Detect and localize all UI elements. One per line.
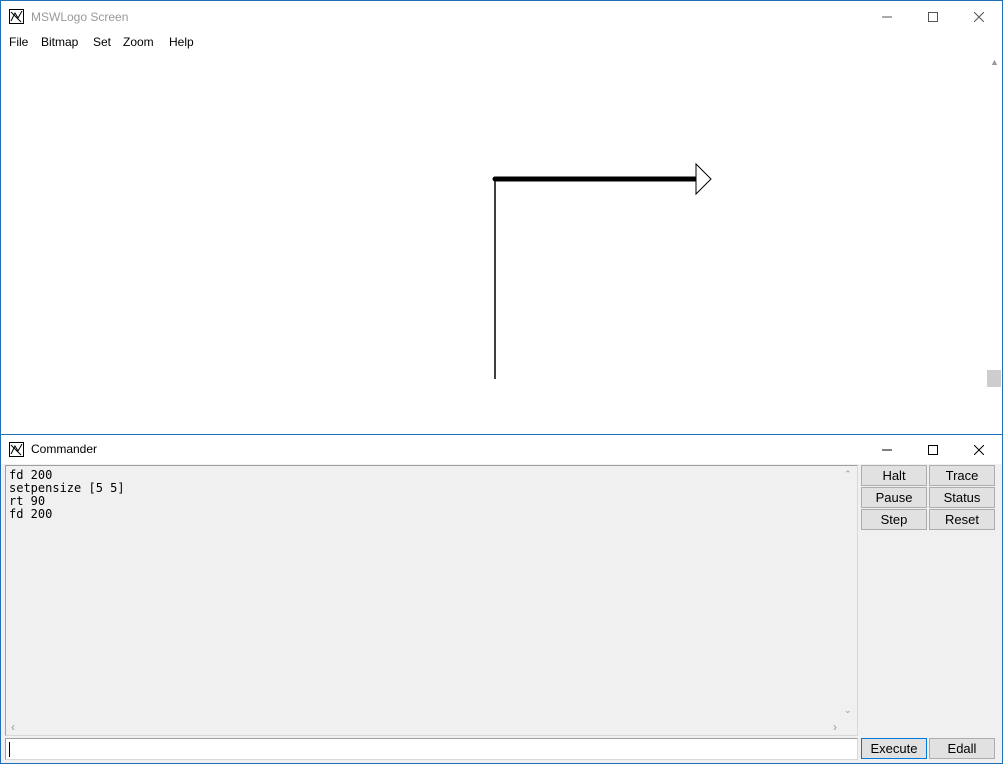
halt-button[interactable]: Halt (861, 465, 927, 486)
minimize-icon (882, 12, 892, 22)
maximize-icon (928, 11, 938, 22)
app-logo-icon (9, 442, 24, 457)
scroll-thumb[interactable] (987, 370, 1001, 387)
title-bar[interactable]: MSWLogo Screen (1, 1, 1002, 32)
scroll-down-icon[interactable]: ⌄ (844, 705, 852, 716)
history-vertical-scrollbar[interactable]: ⌃ ⌄ (840, 466, 857, 718)
menu-zoom[interactable]: Zoom (123, 35, 154, 49)
command-history-text: fd 200 setpensize [5 5] rt 90 fd 200 (9, 468, 125, 521)
close-icon (974, 444, 984, 455)
commander-minimize-button[interactable] (864, 435, 910, 464)
commander-window: Commander fd 200 setpensize [5 5] rt 90 … (0, 434, 1003, 764)
scroll-left-icon[interactable]: ‹ (11, 720, 15, 734)
menu-bitmap[interactable]: Bitmap (41, 35, 78, 49)
execute-button[interactable]: Execute (861, 738, 927, 759)
menu-file[interactable]: File (9, 35, 28, 49)
menu-set[interactable]: Set (93, 35, 111, 49)
commander-maximize-button[interactable] (910, 435, 956, 464)
scroll-up-icon[interactable]: ⌃ (844, 469, 852, 480)
window-title: MSWLogo Screen (31, 10, 129, 24)
command-input[interactable] (5, 738, 858, 760)
scroll-right-icon[interactable]: › (833, 720, 837, 734)
turtle-triangle-icon (695, 162, 712, 196)
close-button[interactable] (956, 1, 1002, 32)
commander-close-button[interactable] (956, 435, 1002, 464)
scroll-up-icon[interactable]: ▲ (990, 57, 999, 67)
pause-button[interactable]: Pause (861, 487, 927, 508)
minimize-button[interactable] (864, 1, 910, 32)
step-button[interactable]: Step (861, 509, 927, 530)
commander-title: Commander (31, 442, 98, 456)
history-horizontal-scrollbar[interactable]: ‹ › (6, 718, 840, 735)
edall-button[interactable]: Edall (929, 738, 995, 759)
maximize-button[interactable] (910, 1, 956, 32)
trace-button[interactable]: Trace (929, 465, 995, 486)
maximize-icon (928, 444, 938, 455)
status-button[interactable]: Status (929, 487, 995, 508)
close-icon (974, 11, 984, 22)
main-vertical-scrollbar[interactable]: ▲ (986, 53, 1002, 434)
text-caret (9, 742, 10, 757)
command-history-list[interactable]: fd 200 setpensize [5 5] rt 90 fd 200 ⌃ ⌄… (5, 465, 858, 736)
mswlogo-screen-window: MSWLogo Screen File Bitmap Set Zoom Help… (0, 0, 1003, 434)
commander-title-bar[interactable]: Commander (1, 435, 1002, 464)
menu-help[interactable]: Help (169, 35, 194, 49)
app-logo-icon (9, 9, 24, 24)
menu-bar: File Bitmap Set Zoom Help (1, 32, 1002, 54)
reset-button[interactable]: Reset (929, 509, 995, 530)
drawing-canvas[interactable] (1, 53, 986, 434)
minimize-icon (882, 445, 892, 455)
